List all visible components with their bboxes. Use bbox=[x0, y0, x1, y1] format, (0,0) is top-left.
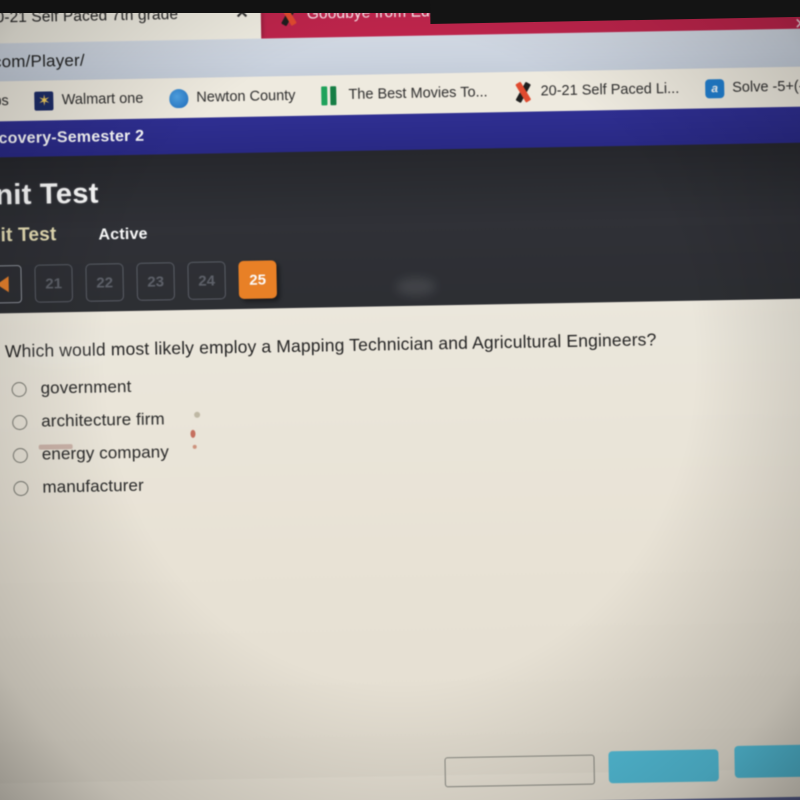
answer-option-label: manufacturer bbox=[42, 475, 144, 497]
answer-options: government architecture firm energy comp… bbox=[11, 376, 169, 498]
question-button-21[interactable]: 21 bbox=[34, 264, 74, 303]
app-tabs: Unit Test Active bbox=[0, 223, 148, 248]
bookmark-label: aps bbox=[0, 93, 9, 110]
previous-question-button[interactable] bbox=[0, 264, 23, 304]
question-panel: Which would most likely employ a Mapping… bbox=[0, 298, 800, 788]
bookmark-maps[interactable]: aps bbox=[0, 93, 22, 110]
question-button-23[interactable]: 23 bbox=[136, 262, 176, 301]
bookmark-self-paced[interactable]: 20-21 Self Paced Li... bbox=[500, 79, 692, 103]
green-bars-icon bbox=[321, 85, 340, 105]
cloud-icon bbox=[169, 88, 189, 108]
page-title: Unit Test bbox=[0, 177, 99, 212]
bookmark-label: The Best Movies To... bbox=[348, 84, 488, 103]
app-header: Unit Test Unit Test Active 21 22 23 24 2… bbox=[0, 142, 800, 471]
bookmark-solve-math[interactable]: a Solve -5+(-5)^2 | M bbox=[692, 76, 800, 98]
bookmark-label: Newton County bbox=[196, 87, 296, 106]
radio-button[interactable] bbox=[12, 414, 28, 430]
bookmark-label: Solve -5+(-5)^2 | M bbox=[732, 78, 800, 96]
answer-option-label: architecture firm bbox=[41, 409, 165, 431]
blue-app-icon: a bbox=[705, 78, 725, 98]
bookmark-label: Walmart one bbox=[61, 90, 144, 109]
answer-option-government[interactable]: government bbox=[11, 376, 167, 399]
radio-button[interactable] bbox=[11, 381, 27, 397]
answer-option-label: government bbox=[40, 376, 132, 398]
radio-button[interactable] bbox=[12, 447, 28, 463]
bookmark-label: 20-21 Self Paced Li... bbox=[540, 80, 680, 100]
answer-option-energy-company[interactable]: energy company bbox=[12, 442, 170, 465]
walmart-spark-icon: ✶ bbox=[34, 90, 54, 111]
question-button-22[interactable]: 22 bbox=[85, 263, 125, 302]
next-action-button[interactable] bbox=[734, 744, 800, 778]
answer-option-architecture-firm[interactable]: architecture firm bbox=[12, 409, 168, 432]
question-button-25[interactable]: 25 bbox=[238, 260, 278, 300]
answer-option-manufacturer[interactable]: manufacturer bbox=[13, 475, 169, 498]
secondary-action-button[interactable] bbox=[444, 754, 595, 788]
chevron-left-icon bbox=[0, 276, 9, 293]
question-text: Which would most likely employ a Mapping… bbox=[4, 329, 657, 362]
edgenuity-x-icon bbox=[513, 81, 532, 103]
breadcrumb: Discovery-Semester 2 bbox=[0, 127, 145, 148]
bookmark-newton-county[interactable]: Newton County bbox=[156, 86, 308, 108]
radio-button[interactable] bbox=[13, 480, 29, 496]
bookmark-walmart-one[interactable]: ✶ Walmart one bbox=[22, 89, 157, 111]
browser-window: 20-21 Self Paced 7th grade Caree ✕ Goodb… bbox=[0, 0, 800, 800]
screen-photo: 20-21 Self Paced 7th grade Caree ✕ Goodb… bbox=[0, 0, 800, 800]
panel-action-bar bbox=[4, 742, 800, 788]
question-navigation: 21 22 23 24 25 bbox=[0, 260, 278, 304]
question-button-24[interactable]: 24 bbox=[187, 261, 227, 300]
primary-action-button[interactable] bbox=[608, 749, 719, 784]
screen-bottom-edge bbox=[0, 796, 800, 800]
answer-option-label: energy company bbox=[41, 442, 170, 464]
bookmark-best-movies[interactable]: The Best Movies To... bbox=[308, 83, 500, 106]
url-text: ity.com/Player/ bbox=[0, 50, 86, 72]
tab-unit-test[interactable]: Unit Test bbox=[0, 224, 57, 247]
tab-active[interactable]: Active bbox=[98, 226, 148, 245]
